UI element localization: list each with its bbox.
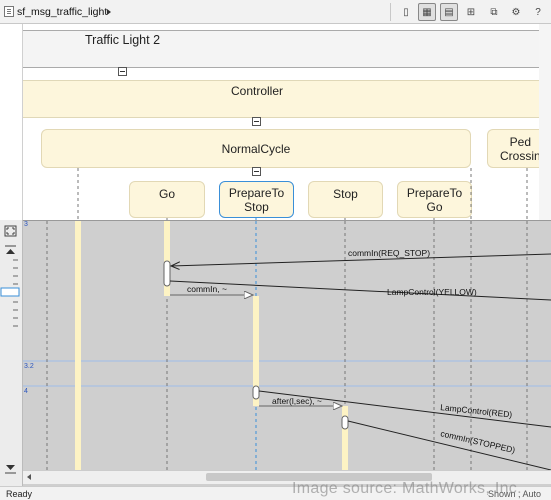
state-preparetostop[interactable]: PrepareTo Stop bbox=[219, 181, 294, 218]
scroll-left-icon[interactable] bbox=[27, 474, 31, 480]
controller-label: Controller bbox=[230, 84, 284, 98]
fit-view-icon[interactable] bbox=[4, 225, 17, 237]
hierarchy-icon[interactable]: ⊞ bbox=[462, 3, 480, 21]
normalcycle-state[interactable]: NormalCycle bbox=[41, 129, 471, 168]
header-left-margin bbox=[0, 24, 23, 220]
normalcycle-label: NormalCycle bbox=[221, 141, 291, 156]
collapse-chart-icon[interactable] bbox=[118, 67, 127, 76]
state-go[interactable]: Go bbox=[129, 181, 205, 218]
timeline-area[interactable] bbox=[0, 220, 551, 486]
state-stop-label: Stop bbox=[333, 187, 358, 201]
ped-crossing-label: Ped Crossin bbox=[500, 134, 541, 163]
state-go-label: Go bbox=[158, 187, 175, 201]
breadcrumb[interactable]: sf_msg_traffic_light bbox=[17, 6, 107, 18]
scroll-down-icon[interactable] bbox=[5, 465, 16, 474]
model-icon bbox=[4, 6, 14, 17]
time-ruler[interactable] bbox=[0, 259, 20, 327]
toolbar-separator bbox=[390, 3, 391, 21]
watermark: Image source: MathWorks, Inc. bbox=[292, 480, 522, 497]
help-icon[interactable]: ? bbox=[529, 3, 547, 21]
segment-label-3: 3 bbox=[24, 221, 28, 228]
sequence-icon[interactable]: ⧉ bbox=[485, 3, 503, 21]
state-preparetogo[interactable]: PrepareTo Go bbox=[397, 181, 472, 218]
segment-label-3-2: 3.2 bbox=[24, 363, 34, 370]
document-icon[interactable]: ▯ bbox=[397, 3, 415, 21]
state-preparetostop-label: PrepareTo Stop bbox=[228, 185, 285, 214]
state-preparetogo-label: PrepareTo Go bbox=[406, 185, 463, 214]
collapse-normalcycle-icon[interactable] bbox=[252, 167, 261, 176]
header-scrollbar[interactable] bbox=[539, 24, 551, 220]
state-stop[interactable]: Stop bbox=[308, 181, 383, 218]
list-view-icon[interactable]: ▤ bbox=[440, 3, 458, 21]
scroll-up-icon[interactable] bbox=[5, 245, 16, 254]
timeline-left-panel bbox=[0, 220, 23, 486]
status-text: Ready bbox=[6, 489, 33, 499]
collapse-controller-icon[interactable] bbox=[252, 117, 261, 126]
chart-title: Traffic Light 2 bbox=[85, 33, 161, 47]
toolbar: sf_msg_traffic_light ▯ ▦ ▤ ⊞ ⧉ ⚙ ? bbox=[0, 0, 551, 24]
breadcrumb-arrow-icon[interactable] bbox=[107, 9, 111, 15]
segment-label-4: 4 bbox=[24, 388, 28, 395]
settings-icon[interactable]: ⚙ bbox=[507, 3, 525, 21]
layout-view-icon[interactable]: ▦ bbox=[418, 3, 436, 21]
